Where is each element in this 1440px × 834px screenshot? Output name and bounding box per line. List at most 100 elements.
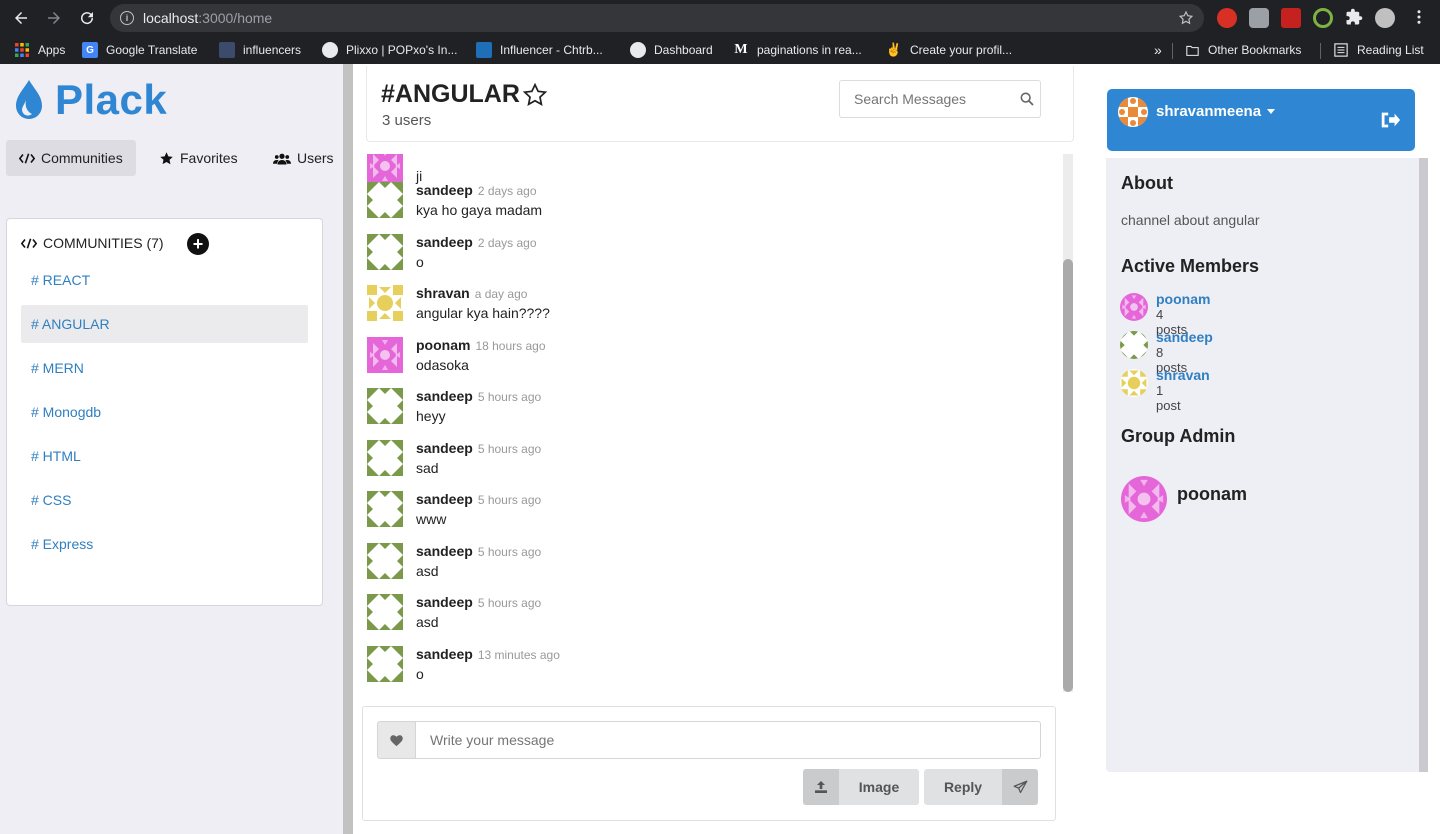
message-avatar[interactable]	[367, 543, 403, 579]
message-avatar[interactable]	[367, 337, 403, 373]
bookmark-paginations[interactable]: M paginations in rea...	[733, 42, 861, 58]
community-label: # HTML	[31, 448, 81, 464]
tab-users[interactable]: Users	[260, 140, 347, 176]
extension-adblock-icon[interactable]	[1217, 8, 1237, 28]
message-avatar[interactable]	[367, 440, 403, 476]
author-name: sandeep	[416, 388, 473, 404]
community-item-css[interactable]: # CSS	[21, 481, 308, 519]
member-avatar	[1120, 369, 1148, 397]
message-timestamp: 5 hours ago	[477, 596, 542, 610]
bookmark-dashboard[interactable]: Dashboard	[630, 42, 713, 58]
current-user-card: shravanmeena	[1107, 89, 1415, 151]
message-avatar[interactable]	[367, 182, 403, 218]
message-avatar[interactable]	[367, 154, 403, 184]
tab-favorites[interactable]: Favorites	[146, 140, 251, 176]
add-community-button[interactable]: +	[187, 233, 209, 255]
community-item-react[interactable]: # REACT	[21, 261, 308, 299]
channel-meta: About channel about angular Active Membe…	[1106, 158, 1424, 772]
bookmark-plixxo[interactable]: Plixxo | POPxo's In...	[322, 42, 457, 58]
message-avatar[interactable]	[367, 285, 403, 321]
message-timestamp: 13 minutes ago	[477, 648, 560, 662]
reply-button[interactable]: Reply	[924, 769, 1038, 805]
back-arrow-icon[interactable]	[9, 6, 33, 30]
star-icon	[159, 151, 174, 166]
info-icon[interactable]: i	[120, 11, 134, 25]
reload-icon[interactable]	[75, 6, 99, 30]
community-item-html[interactable]: # HTML	[21, 437, 308, 475]
logout-icon[interactable]	[1379, 109, 1401, 131]
bookmark-create-profile[interactable]: ✌ Create your profil...	[886, 42, 1012, 58]
bookmark-label: Influencer - Chtrb...	[500, 43, 603, 57]
message-author: sandeep 13 minutes ago	[416, 646, 560, 662]
tab-label: Users	[297, 150, 334, 166]
bookmarks-more-button[interactable]: »	[1154, 42, 1162, 58]
community-label: # CSS	[31, 492, 72, 508]
tab-label: Communities	[41, 150, 123, 166]
bookmark-label: Apps	[38, 43, 66, 57]
bookmark-chtrbox[interactable]: Influencer - Chtrb...	[476, 42, 603, 58]
search-messages-input[interactable]	[839, 80, 1041, 118]
user-dropdown-caret-icon[interactable]	[1267, 109, 1275, 114]
community-item-monogdb[interactable]: # Monogdb	[21, 393, 308, 431]
channel-title: #ANGULAR	[381, 80, 548, 109]
admin-avatar[interactable]	[1121, 476, 1167, 522]
message-avatar[interactable]	[367, 646, 403, 682]
messages-scrollbar-thumb[interactable]	[1063, 259, 1073, 692]
message-avatar[interactable]	[367, 234, 403, 270]
bookmark-reading-list[interactable]: Reading List	[1333, 42, 1424, 58]
message-avatar[interactable]	[367, 594, 403, 630]
author-name: shravan	[416, 285, 470, 301]
member-name[interactable]: sandeep	[1156, 329, 1213, 345]
menu-kebab-icon[interactable]	[1410, 8, 1426, 28]
upload-image-button[interactable]: Image	[803, 769, 919, 805]
community-item-angular[interactable]: # ANGULAR	[21, 305, 308, 343]
left-panel-scrollbar[interactable]	[343, 64, 353, 834]
compose-box: Image Reply	[362, 706, 1056, 821]
message-avatar[interactable]	[367, 491, 403, 527]
bookmark-apps[interactable]: Apps	[14, 42, 65, 58]
message-timestamp: 2 days ago	[477, 236, 537, 250]
bookmark-google-translate[interactable]: G Google Translate	[82, 42, 197, 58]
community-item-mern[interactable]: # MERN	[21, 349, 308, 387]
message-item: sandeep 2 days ago kya ho gaya madam	[367, 182, 1047, 232]
extensions-puzzle-icon[interactable]	[1345, 8, 1365, 28]
bookmark-star-icon[interactable]	[1178, 10, 1194, 26]
search-icon[interactable]	[1019, 91, 1035, 107]
community-item-express[interactable]: # Express	[21, 525, 308, 563]
extension-target-icon[interactable]	[1313, 8, 1333, 28]
admin-name[interactable]: poonam	[1177, 484, 1247, 505]
profile-avatar[interactable]	[1375, 8, 1395, 28]
tab-communities[interactable]: Communities	[6, 140, 136, 176]
message-list: ji sandeep 2 days ago kya ho gaya madam sand…	[353, 154, 1063, 694]
translate-icon: G	[82, 42, 98, 58]
send-icon	[1002, 769, 1038, 805]
reply-button-label: Reply	[943, 779, 983, 795]
message-input[interactable]	[415, 721, 1041, 759]
bookmark-other-bookmarks[interactable]: Other Bookmarks	[1184, 42, 1301, 58]
community-label: # ANGULAR	[31, 316, 110, 332]
bookmark-influencers[interactable]: influencers	[219, 42, 301, 58]
plack-logo[interactable]: Plack	[13, 76, 167, 124]
message-item: sandeep 5 hours ago asd	[367, 594, 1047, 644]
forward-arrow-icon[interactable]	[42, 6, 66, 30]
emoji-heart-button[interactable]	[377, 721, 415, 759]
favorite-star-icon[interactable]	[522, 82, 548, 108]
browser-toolbar: i localhost:3000/home	[0, 0, 1440, 36]
message-timestamp: a day ago	[474, 287, 528, 301]
current-user-avatar[interactable]	[1118, 97, 1148, 127]
message-author: sandeep 5 hours ago	[416, 543, 541, 559]
upload-icon	[803, 769, 839, 805]
left-panel: Plack Communities Favorites Users COMMUN…	[0, 64, 343, 834]
medium-icon: M	[734, 42, 748, 57]
channel-meta-scrollbar[interactable]	[1419, 158, 1428, 772]
extension-camera-icon[interactable]	[1249, 8, 1269, 28]
bookmark-label: Google Translate	[106, 43, 198, 57]
member-name[interactable]: shravan	[1156, 367, 1210, 383]
address-bar[interactable]: i localhost:3000/home	[110, 4, 1204, 32]
message-avatar[interactable]	[367, 388, 403, 424]
current-username[interactable]: shravanmeena	[1156, 103, 1261, 120]
extension-red-icon[interactable]	[1281, 8, 1301, 28]
message-item: sandeep 5 hours ago sad	[367, 440, 1047, 490]
member-name[interactable]: poonam	[1156, 291, 1210, 307]
bookmark-separator	[1172, 43, 1173, 59]
